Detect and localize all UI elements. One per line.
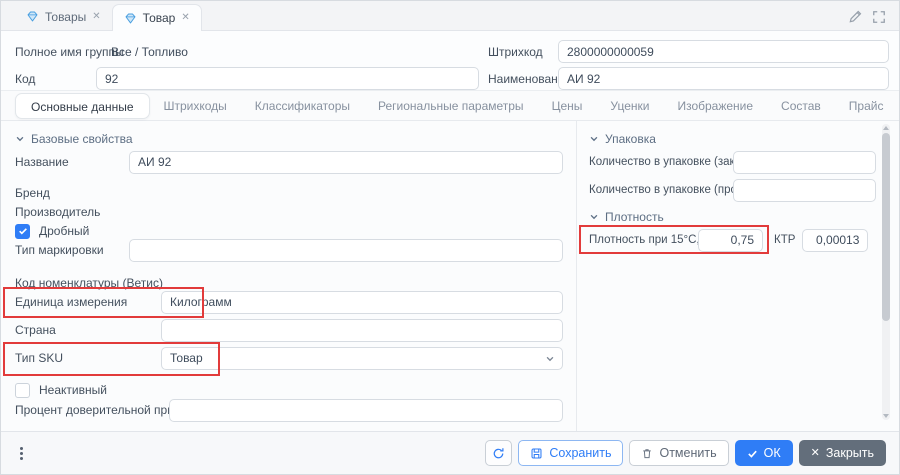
name-input[interactable] xyxy=(558,67,889,90)
expand-icon[interactable] xyxy=(872,10,886,24)
chevron-down-icon xyxy=(589,212,599,222)
pack-purchase-input[interactable] xyxy=(733,151,876,174)
chevron-down-icon xyxy=(545,354,555,364)
window-tab-label: Товары xyxy=(45,10,86,24)
product-name-input[interactable] xyxy=(129,151,563,174)
section-density[interactable]: Плотность xyxy=(589,205,876,229)
window-tab-strip: Товары ✕ Товар ✕ xyxy=(1,1,899,31)
tab-price-list[interactable]: Прайс xyxy=(835,93,898,119)
section-packaging[interactable]: Упаковка xyxy=(589,127,876,151)
product-card-window: Товары ✕ Товар ✕ Полное имя группы Все /… xyxy=(0,0,900,475)
pack-sale-label: Количество в упаковке (продажа) xyxy=(589,184,733,196)
chevron-down-icon xyxy=(589,134,599,144)
tab-barcodes[interactable]: Штрихкоды xyxy=(150,93,241,119)
scrollbar-thumb[interactable] xyxy=(882,133,890,321)
marking-type-label: Тип маркировки xyxy=(15,243,129,257)
barcode-label: Штрихкод xyxy=(488,45,543,59)
tab-image[interactable]: Изображение xyxy=(663,93,767,119)
section-basic-properties[interactable]: Базовые свойства xyxy=(15,127,563,151)
inactive-checkbox[interactable] xyxy=(15,383,30,398)
product-name-label: Название xyxy=(15,155,129,169)
packaging-density-panel: Упаковка Количество в упаковке (закупка)… xyxy=(577,121,899,433)
country-label: Страна xyxy=(15,323,161,337)
manufacturer-label: Производитель xyxy=(15,205,100,219)
close-icon[interactable]: ✕ xyxy=(92,12,100,22)
code-label: Код xyxy=(15,72,35,86)
pack-sale-input[interactable] xyxy=(733,179,876,202)
fractional-checkbox[interactable] xyxy=(15,224,30,239)
density-input[interactable] xyxy=(698,229,763,252)
unit-label: Единица измерения xyxy=(15,295,161,309)
scroll-up-icon[interactable] xyxy=(883,126,889,130)
check-icon xyxy=(18,226,28,236)
tab-composition[interactable]: Состав xyxy=(767,93,835,119)
tab-classifiers[interactable]: Классификаторы xyxy=(241,93,364,119)
vetis-code-label: Код номенклатуры (Ветис) xyxy=(15,276,163,290)
group-name-label: Полное имя группы xyxy=(15,45,124,59)
vertical-scrollbar[interactable] xyxy=(882,124,890,420)
trust-percent-label: Процент доверительной приемки xyxy=(15,403,169,417)
product-icon xyxy=(26,10,39,23)
inactive-label: Неактивный xyxy=(39,383,107,397)
tab-prices[interactable]: Цены xyxy=(538,93,597,119)
main-tab-bar: Основные данные Штрихкоды Классификаторы… xyxy=(1,91,899,121)
tab-regional-params[interactable]: Региональные параметры xyxy=(364,93,538,119)
sku-type-select[interactable] xyxy=(161,347,563,370)
footer-bar: Сохранить Отменить ОК ✕ Закрыть xyxy=(1,431,899,474)
save-button[interactable]: Сохранить xyxy=(518,440,623,466)
fractional-label: Дробный xyxy=(39,224,89,238)
close-button[interactable]: ✕ Закрыть xyxy=(799,440,886,466)
code-input[interactable] xyxy=(96,67,479,90)
barcode-input[interactable] xyxy=(558,40,889,63)
refresh-icon xyxy=(492,447,505,460)
trust-percent-input[interactable] xyxy=(169,399,563,422)
tab-markdowns[interactable]: Уценки xyxy=(596,93,663,119)
window-tab-products[interactable]: Товары ✕ xyxy=(15,3,112,30)
brand-label: Бренд xyxy=(15,186,50,200)
ktr-label: КТР xyxy=(774,234,795,246)
kebab-menu-icon[interactable] xyxy=(14,443,29,464)
scroll-down-icon[interactable] xyxy=(883,414,889,418)
chevron-down-icon xyxy=(15,134,25,144)
save-icon xyxy=(530,447,543,460)
edit-icon[interactable] xyxy=(848,9,863,24)
density-label: Плотность при 15°С, кг/л xyxy=(589,234,698,246)
country-input[interactable] xyxy=(161,319,563,342)
window-tab-label: Товар xyxy=(143,11,176,25)
cancel-button[interactable]: Отменить xyxy=(629,440,728,466)
close-icon[interactable]: ✕ xyxy=(181,13,189,23)
product-icon xyxy=(124,12,137,25)
ktr-input[interactable] xyxy=(802,229,868,252)
sku-type-label: Тип SKU xyxy=(15,351,161,365)
refresh-button[interactable] xyxy=(485,440,512,466)
group-name-value: Все / Топливо xyxy=(111,45,188,59)
ok-button[interactable]: ОК xyxy=(735,440,793,466)
tab-main-data[interactable]: Основные данные xyxy=(15,93,150,119)
close-icon: ✕ xyxy=(811,448,820,459)
basic-properties-panel: Базовые свойства Название Бренд Производ… xyxy=(1,121,577,433)
pack-purchase-label: Количество в упаковке (закупка) xyxy=(589,156,733,168)
window-tab-product[interactable]: Товар ✕ xyxy=(112,4,202,31)
check-icon xyxy=(747,448,758,459)
trash-icon xyxy=(641,447,653,460)
unit-input[interactable] xyxy=(161,291,563,314)
marking-type-input[interactable] xyxy=(129,239,563,262)
header-form: Полное имя группы Все / Топливо Штрихкод… xyxy=(1,31,899,91)
